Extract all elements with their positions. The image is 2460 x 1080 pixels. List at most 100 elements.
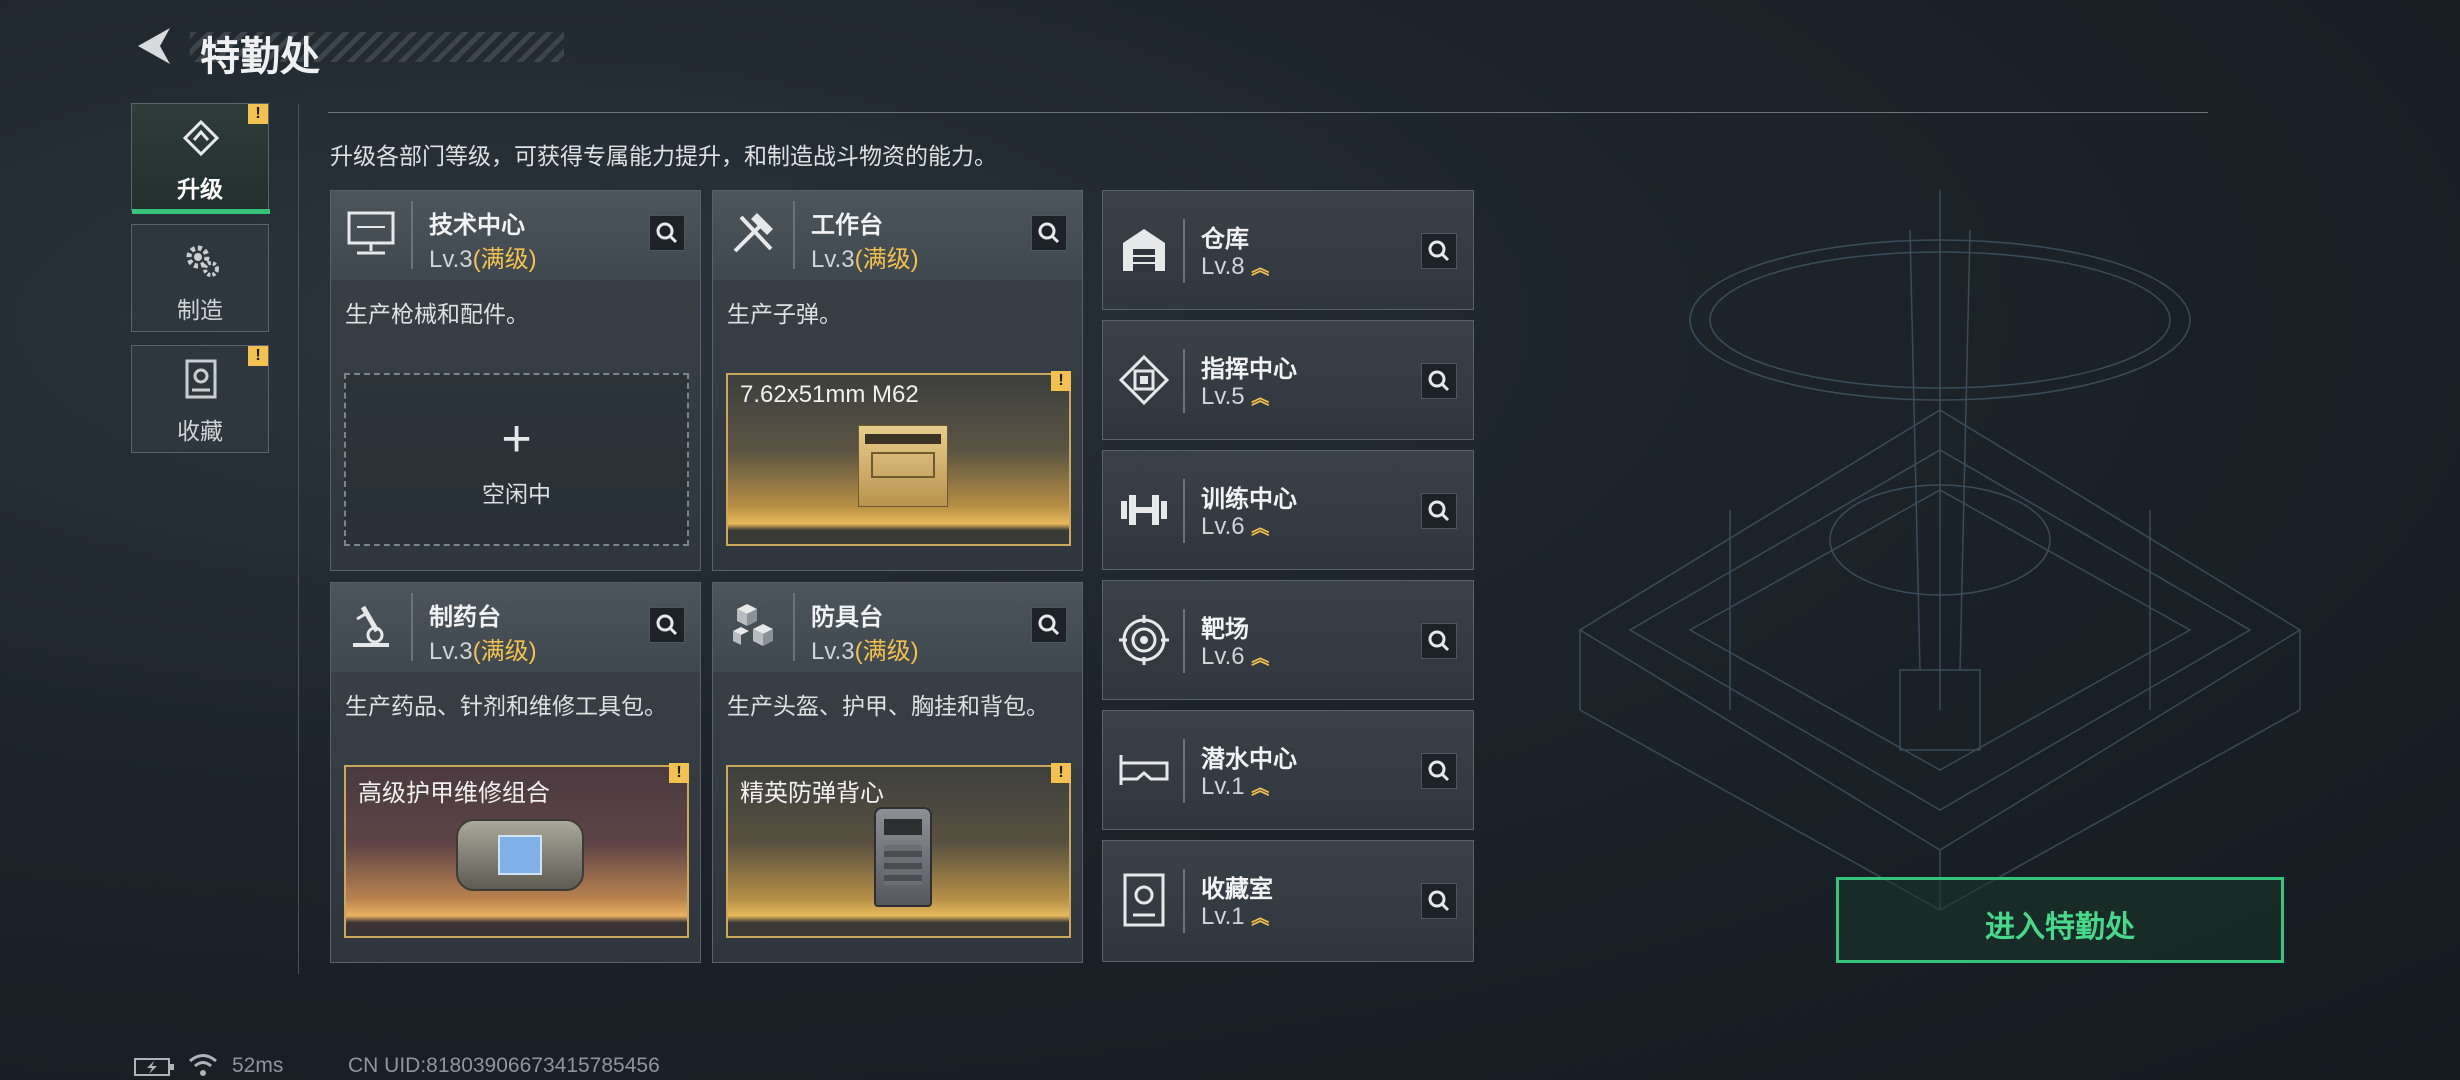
magnifier-icon (656, 614, 678, 636)
row-separator (1183, 219, 1185, 283)
upgrade-chevrons-icon: ︽ (1251, 258, 1270, 278)
department-level: Lv.6 (1201, 643, 1245, 670)
top-divider (328, 112, 2208, 113)
back-button[interactable] (130, 22, 178, 70)
magnifier-icon (1038, 222, 1060, 244)
active-tab-indicator (132, 209, 270, 214)
product-name: 高级护甲维修组合 (358, 780, 550, 807)
target-icon (1119, 615, 1169, 665)
search-button[interactable] (1421, 233, 1457, 269)
vertical-divider (298, 104, 299, 974)
dumbbell-icon (1121, 495, 1167, 525)
magnifier-icon (1428, 760, 1450, 782)
diving-mask-icon (1119, 755, 1169, 785)
department-command-center[interactable]: 指挥中心 Lv.5 ︽ (1102, 320, 1474, 440)
tools-icon (733, 213, 773, 253)
workshop-workbench[interactable]: 工作台 Lv.3(满级) 生产子弹。 7.62x51mm M62 ! (712, 190, 1083, 571)
workshop-armor-bench[interactable]: 防具台 Lv.3(满级) 生产头盔、护甲、胸挂和背包。 精英防弹背心 ! (712, 582, 1083, 963)
magnifier-icon (1428, 240, 1450, 262)
magnifier-icon (1428, 630, 1450, 652)
upgrade-icon (182, 119, 220, 157)
search-button[interactable] (1031, 215, 1067, 251)
collection-icon (185, 359, 217, 399)
battery-icon (134, 1058, 174, 1076)
search-button[interactable] (1421, 883, 1457, 919)
department-list: 仓库 Lv.8 ︽ 指挥中心 Lv.5 ︽ 训练中心 Lv.6 ︽ 靶场 Lv.… (1102, 190, 1474, 962)
gear-icon (186, 245, 219, 277)
tab-collection-label: 收藏 (177, 418, 223, 444)
ping-value: 52ms (232, 1054, 284, 1077)
production-slot[interactable]: 7.62x51mm M62 (726, 373, 1071, 546)
warning-badge: ! (669, 763, 689, 783)
department-shooting-range[interactable]: 靶场 Lv.6 ︽ (1102, 580, 1474, 700)
production-slot[interactable]: 精英防弹背心 (726, 765, 1071, 938)
workshop-description: 生产头盔、护甲、胸挂和背包。 (727, 693, 1049, 719)
warehouse-icon (1123, 229, 1165, 271)
idle-slot[interactable]: + 空闲中 (344, 373, 689, 546)
tab-craft-label: 制造 (177, 297, 223, 323)
department-training-center[interactable]: 训练中心 Lv.6 ︽ (1102, 450, 1474, 570)
department-name: 指挥中心 (1201, 356, 1297, 383)
row-separator (1183, 479, 1185, 543)
upgrade-chevrons-icon: ︽ (1251, 778, 1270, 798)
header-separator (411, 201, 413, 269)
max-level-label: (满级) (854, 638, 919, 665)
workshop-tech-center[interactable]: 技术中心 Lv.3(满级) 生产枪械和配件。 + 空闲中 (330, 190, 701, 571)
microscope-icon (353, 605, 389, 647)
magnifier-icon (1428, 890, 1450, 912)
warning-badge: ! (248, 346, 268, 366)
workshop-pharmacy[interactable]: 制药台 Lv.3(满级) 生产药品、针剂和维修工具包。 高级护甲维修组合 ! (330, 582, 701, 963)
computer-icon (347, 211, 395, 255)
department-name: 训练中心 (1201, 486, 1297, 513)
ammo-box-image (858, 425, 948, 507)
max-level-label: (满级) (472, 246, 537, 273)
facility-wireframe-illustration (1578, 190, 2302, 911)
workshop-description: 生产枪械和配件。 (345, 301, 529, 327)
warning-badge: ! (248, 104, 268, 124)
workshop-level: Lv.3 (429, 638, 473, 665)
search-button[interactable] (1421, 363, 1457, 399)
search-button[interactable] (1421, 753, 1457, 789)
upgrade-chevrons-icon: ︽ (1251, 518, 1270, 538)
search-button[interactable] (1421, 493, 1457, 529)
magnifier-icon (1428, 500, 1450, 522)
search-button[interactable] (649, 607, 685, 643)
department-level: Lv.8 (1201, 253, 1245, 280)
search-button[interactable] (649, 215, 685, 251)
department-name: 仓库 (1201, 226, 1249, 253)
command-center-icon (1118, 354, 1170, 406)
tab-collection[interactable]: 收藏 ! (131, 345, 269, 453)
search-button[interactable] (1031, 607, 1067, 643)
department-level: Lv.6 (1201, 513, 1245, 540)
plus-icon: + (501, 410, 532, 468)
header-separator (793, 201, 795, 269)
product-name: 7.62x51mm M62 (740, 381, 919, 408)
production-slot[interactable]: 高级护甲维修组合 (344, 765, 689, 938)
page-title: 特勤处 (200, 35, 320, 79)
workshop-description: 生产子弹。 (727, 301, 842, 327)
tab-upgrade[interactable]: 升级 ! (131, 103, 270, 214)
intro-text: 升级各部门等级，可获得专属能力提升，和制造战斗物资的能力。 (330, 143, 997, 169)
vest-image (874, 807, 932, 907)
department-level: Lv.5 (1201, 383, 1245, 410)
workshop-level: Lv.3 (811, 246, 855, 273)
tab-craft[interactable]: 制造 (131, 224, 269, 332)
workshop-level: Lv.3 (429, 246, 473, 273)
row-separator (1183, 869, 1185, 933)
workshop-description: 生产药品、针剂和维修工具包。 (345, 693, 667, 719)
department-level: Lv.1 (1201, 903, 1245, 930)
row-separator (1183, 349, 1185, 413)
department-collection-room[interactable]: 收藏室 Lv.1 ︽ (1102, 840, 1474, 962)
enter-button-label: 进入特勤处 (1985, 911, 2135, 944)
max-level-label: (满级) (472, 638, 537, 665)
search-button[interactable] (1421, 623, 1457, 659)
workshop-name: 制药台 (429, 604, 501, 631)
idle-label: 空闲中 (482, 481, 551, 507)
row-separator (1183, 609, 1185, 673)
department-diving-center[interactable]: 潜水中心 Lv.1 ︽ (1102, 710, 1474, 830)
department-warehouse[interactable]: 仓库 Lv.8 ︽ (1102, 190, 1474, 310)
enter-special-ops-button[interactable]: 进入特勤处 (1836, 877, 2284, 963)
back-arrow-icon (138, 28, 170, 64)
repair-kit-image (456, 819, 584, 891)
magnifier-icon (656, 222, 678, 244)
